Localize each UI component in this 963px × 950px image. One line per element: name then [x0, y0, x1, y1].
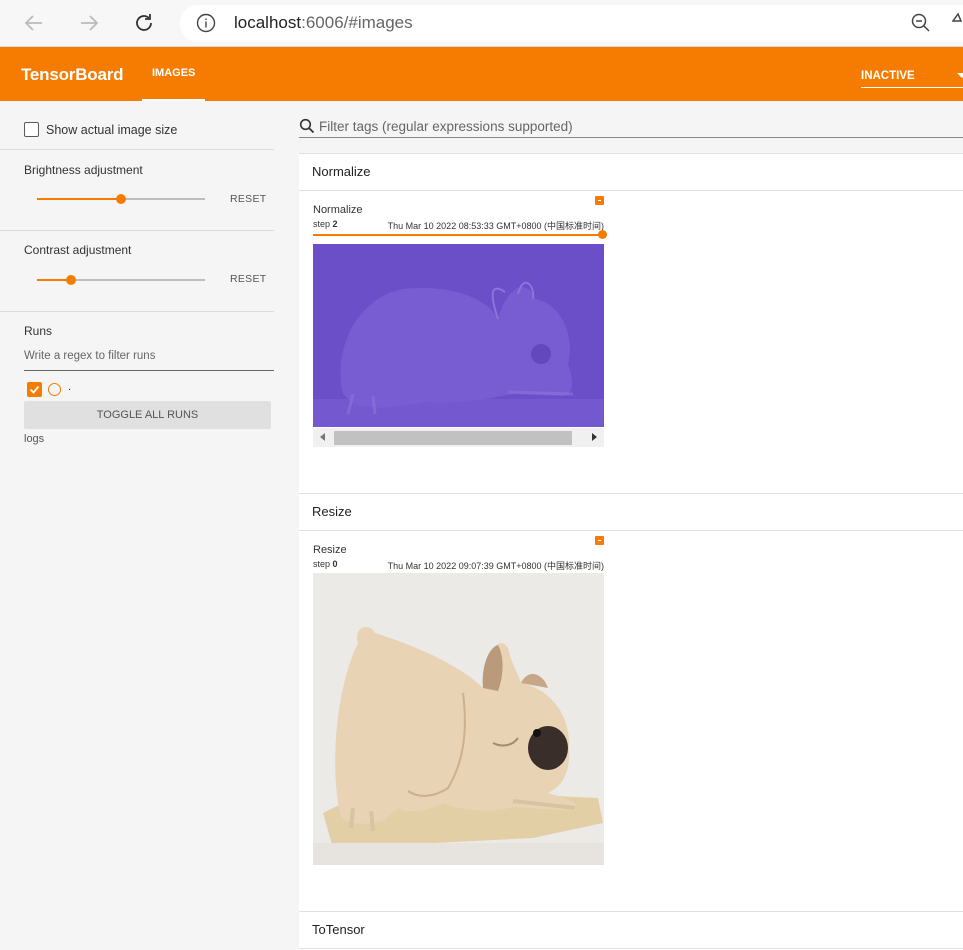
step-slider-knob[interactable] [598, 230, 607, 239]
favorite-star-icon[interactable] [951, 12, 963, 39]
panel-header[interactable]: Normalize [299, 154, 963, 191]
url-text: localhost:6006/#images [234, 13, 413, 32]
search-icon [299, 118, 315, 139]
scroll-left-arrow-icon[interactable] [320, 433, 325, 441]
contrast-reset-button[interactable]: RESET [230, 273, 267, 285]
panel-normalize: Normalize Normalize step 2 Thu Mar 10 20… [299, 153, 963, 493]
plugin-dropdown[interactable]: INACTIVE [861, 66, 963, 88]
image-horizontal-scrollbar[interactable] [313, 428, 604, 447]
dropdown-caret-icon [957, 73, 963, 78]
panel-resize: Resize Resize step 0 Thu Mar 10 2022 09:… [299, 493, 963, 911]
reload-icon[interactable] [129, 8, 159, 38]
expand-icon[interactable] [595, 196, 604, 205]
card-title: Resize [313, 544, 347, 556]
panel-totensor: ToTensor [299, 911, 963, 950]
sidebar: Show actual image size Brightness adjust… [0, 101, 290, 950]
contrast-slider-knob[interactable] [65, 275, 76, 285]
app-toolbar: TensorBoard IMAGES INACTIVE [0, 47, 963, 101]
step-label: step 0 [313, 559, 338, 569]
run-color-swatch[interactable] [48, 383, 61, 396]
run-checkbox[interactable] [27, 382, 42, 397]
back-arrow-icon[interactable] [19, 8, 49, 38]
expand-icon[interactable] [595, 536, 604, 545]
zoom-out-icon[interactable] [910, 12, 932, 39]
divider [0, 311, 274, 312]
tag-filter-placeholder: Filter tags (regular expressions support… [319, 119, 573, 134]
toggle-all-runs-button[interactable]: TOGGLE ALL RUNS [24, 401, 271, 429]
divider [0, 230, 274, 231]
normalize-image [313, 244, 604, 427]
forward-arrow-icon[interactable] [74, 8, 104, 38]
checkmark-icon [29, 385, 40, 394]
show-actual-size-checkbox[interactable] [24, 122, 39, 137]
timestamp: Thu Mar 10 2022 08:53:33 GMT+0800 (中国标准时… [387, 221, 604, 231]
main-content: Filter tags (regular expressions support… [290, 101, 963, 950]
panel-header[interactable]: Resize [299, 494, 963, 531]
tag-filter-input[interactable]: Filter tags (regular expressions support… [299, 116, 963, 138]
resize-image [313, 573, 604, 865]
tab-images-label: IMAGES [152, 67, 196, 79]
show-actual-size-label: Show actual image size [46, 123, 178, 137]
info-icon[interactable] [196, 13, 216, 33]
scrollbar-thumb[interactable] [334, 431, 572, 445]
run-name: . [68, 381, 72, 393]
logdir-label: logs [24, 433, 45, 445]
run-filter-input[interactable]: Write a regex to filter runs [24, 350, 274, 371]
app-title: TensorBoard [21, 65, 124, 84]
image-card: Normalize step 2 Thu Mar 10 2022 08:53:3… [313, 196, 607, 474]
brightness-reset-button[interactable]: RESET [230, 193, 267, 205]
step-label: step 2 [313, 219, 338, 229]
tab-images[interactable]: IMAGES [142, 47, 205, 101]
timestamp: Thu Mar 10 2022 09:07:39 GMT+0800 (中国标准时… [387, 561, 604, 571]
plugin-dropdown-label: INACTIVE [861, 70, 915, 82]
card-title: Normalize [313, 204, 363, 216]
divider [0, 149, 274, 150]
address-bar[interactable]: localhost:6006/#images [180, 5, 963, 42]
brightness-slider-knob[interactable] [116, 194, 126, 204]
brightness-slider-fill [37, 198, 121, 200]
contrast-label: Contrast adjustment [24, 243, 132, 257]
runs-label: Runs [24, 324, 53, 338]
image-card: Resize step 0 Thu Mar 10 2022 09:07:39 G… [313, 536, 604, 884]
brightness-label: Brightness adjustment [24, 163, 143, 177]
scroll-right-arrow-icon[interactable] [592, 433, 597, 441]
step-slider[interactable] [313, 234, 604, 236]
browser-bar: localhost:6006/#images [0, 0, 963, 47]
panel-header[interactable]: ToTensor [299, 912, 963, 949]
